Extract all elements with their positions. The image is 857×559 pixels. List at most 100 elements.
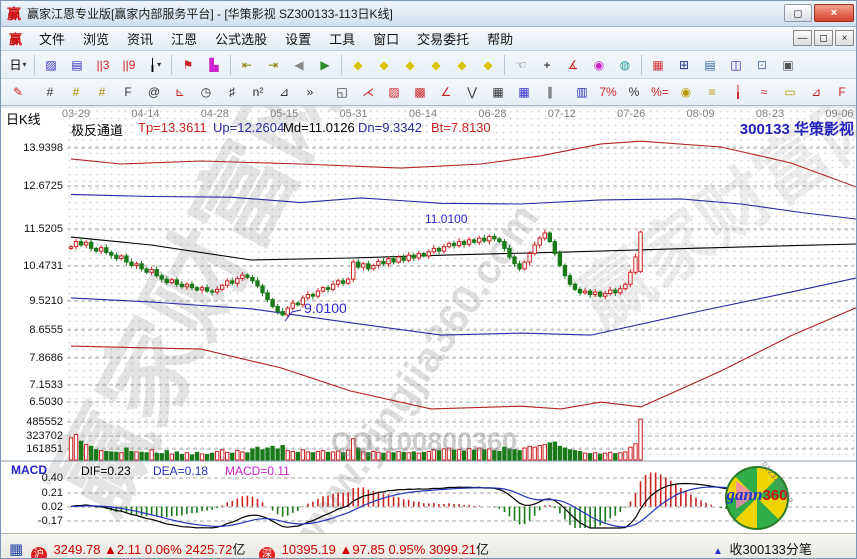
- date-tick-05-15: 05-15: [270, 108, 298, 120]
- menu-item-1[interactable]: 浏览: [74, 27, 118, 50]
- notepad-tool-icon[interactable]: ▤: [698, 54, 722, 75]
- gann-square-n2-icon[interactable]: n²: [246, 82, 270, 103]
- pct-lines-icon[interactable]: %=: [648, 82, 672, 103]
- draw-pen-icon[interactable]: ✎: [6, 82, 30, 103]
- f-angle-icon[interactable]: F: [830, 82, 854, 103]
- child-window-controls: —◻×: [793, 30, 854, 46]
- menu-item-0[interactable]: 文件: [30, 27, 74, 50]
- gann-arrow-cross-icon[interactable]: ◆: [424, 54, 448, 75]
- chart-area[interactable]: 赢家财富网www.yingjia360.com赢家财富网QQ:100800360…: [1, 106, 857, 533]
- toolbar-separator: [504, 55, 505, 75]
- menu-item-3[interactable]: 江恩: [162, 27, 206, 50]
- percent-tool-icon[interactable]: %: [622, 82, 646, 103]
- gann-gold-grid1-icon[interactable]: #: [64, 82, 88, 103]
- date-tick-05-31: 05-31: [340, 108, 368, 120]
- gann-arrow-right-icon[interactable]: ◆: [372, 54, 396, 75]
- gann-arrow-left-icon[interactable]: ◆: [346, 54, 370, 75]
- date-tick-06-14: 06-14: [409, 108, 437, 120]
- j-angle-icon[interactable]: ⊿: [804, 82, 828, 103]
- menu-item-2[interactable]: 资讯: [118, 27, 162, 50]
- prev-bar-icon[interactable]: ◀: [287, 54, 311, 75]
- grid-box-blue-icon[interactable]: ▦: [512, 82, 536, 103]
- color-histogram-icon[interactable]: ▙: [202, 54, 226, 75]
- save-tool-icon[interactable]: ◫: [724, 54, 748, 75]
- gann-grid-icon[interactable]: #: [38, 82, 62, 103]
- gann-flag-icon[interactable]: ⊿: [272, 82, 296, 103]
- app-window: 赢 赢家江恩专业版[赢家内部服务平台] - [华策影视 SZ300133-113…: [0, 0, 857, 559]
- shanghai-market-icon: 沪: [31, 547, 47, 559]
- magenta-tool-icon[interactable]: ◉: [587, 54, 611, 75]
- gann-circle-icon[interactable]: ◷: [194, 82, 218, 103]
- grid-box-black-icon[interactable]: ▦: [486, 82, 510, 103]
- gann-arrow-star-icon[interactable]: ◆: [450, 54, 474, 75]
- gann-arrow-h-icon[interactable]: ◆: [398, 54, 422, 75]
- date-tick-08-09: 08-09: [687, 108, 715, 120]
- menu-item-8[interactable]: 交易委托: [408, 27, 478, 50]
- min3-chart-icon[interactable]: ||3: [91, 54, 115, 75]
- window-close-button[interactable]: ×: [814, 4, 854, 22]
- fan-lines-icon[interactable]: ⋌: [356, 82, 380, 103]
- calculator-tool-icon[interactable]: ⊞: [672, 54, 696, 75]
- angle-lines-icon[interactable]: ∠: [434, 82, 458, 103]
- gann-dense-grid-icon[interactable]: ♯: [220, 82, 244, 103]
- app-logo-icon: 赢: [7, 4, 21, 24]
- rect-tool-icon[interactable]: ◱: [330, 82, 354, 103]
- gann-spiral-icon[interactable]: @: [142, 82, 166, 103]
- pct-strike-icon[interactable]: 7%: [596, 82, 620, 103]
- stock-label: 300133 华策影视: [740, 118, 854, 139]
- parallel-lines-icon[interactable]: ∥: [538, 82, 562, 103]
- candle-rocket-icon[interactable]: ╽: [726, 82, 750, 103]
- title-bar: 赢 赢家江恩专业版[赢家内部服务平台] - [华策影视 SZ300133-113…: [1, 1, 857, 27]
- child-minimize-button[interactable]: —: [793, 30, 812, 46]
- child-close-button[interactable]: ×: [835, 30, 854, 46]
- grid-box-red1-icon[interactable]: ▨: [382, 82, 406, 103]
- transfer-tool-icon[interactable]: ⊡: [750, 54, 774, 75]
- chip-distribution-icon[interactable]: ▨: [39, 54, 63, 75]
- net-tool-icon[interactable]: ◍: [613, 54, 637, 75]
- price-axis-label: 13.9398: [23, 142, 63, 154]
- date-tick-04-14: 04-14: [131, 108, 159, 120]
- gann-arrow-all-icon[interactable]: ◆: [476, 54, 500, 75]
- last-page-icon[interactable]: ⇥: [261, 54, 285, 75]
- gold-box-icon[interactable]: ▭: [778, 82, 802, 103]
- first-page-icon[interactable]: ⇤: [235, 54, 259, 75]
- wave-box-icon[interactable]: ≈: [752, 82, 776, 103]
- print-tool-icon[interactable]: ▣: [776, 54, 800, 75]
- gann-protractor-icon[interactable]: ⊾: [168, 82, 192, 103]
- menu-item-5[interactable]: 设置: [276, 27, 320, 50]
- f10-info-icon[interactable]: ▤: [65, 54, 89, 75]
- menu-item-6[interactable]: 工具: [320, 27, 364, 50]
- period-day-icon[interactable]: 日▾: [6, 54, 30, 75]
- menu-item-4[interactable]: 公式选股: [206, 27, 276, 50]
- date-tick-07-26: 07-26: [617, 108, 645, 120]
- volume-axis-label: 485552: [26, 416, 63, 428]
- bars-tool-icon[interactable]: ▥: [570, 82, 594, 103]
- macd-axis-label: 0.21: [42, 487, 63, 499]
- shanghai-index-quote: 3249.78 ▲2.11 0.06% 2425.72: [53, 542, 232, 557]
- gann-gold-grid2-icon[interactable]: #: [90, 82, 114, 103]
- shenzhen-index-quote: 10395.19 ▲97.85 0.95% 3099.21: [282, 542, 476, 557]
- crosshair-tool-icon[interactable]: +: [535, 54, 559, 75]
- price-axis-label: 6.5030: [29, 396, 63, 408]
- wave-tool-icon[interactable]: ⋁: [460, 82, 484, 103]
- calendar-icon[interactable]: ▦: [9, 541, 23, 558]
- gold-circle-icon[interactable]: ◉: [674, 82, 698, 103]
- channel-info-5: Bt=7.8130: [431, 120, 491, 135]
- gold-lines-icon[interactable]: ≡: [700, 82, 724, 103]
- min9-chart-icon[interactable]: ||9: [117, 54, 141, 75]
- chip-figure-icon[interactable]: ⚑: [176, 54, 200, 75]
- next-bar-icon[interactable]: ▶: [313, 54, 337, 75]
- more-tools-icon[interactable]: »: [298, 82, 322, 103]
- angle-tool-icon[interactable]: ∡: [561, 54, 585, 75]
- child-restore-button[interactable]: ◻: [814, 30, 833, 46]
- menu-item-9[interactable]: 帮助: [478, 27, 522, 50]
- window-restore-button[interactable]: ◻: [784, 4, 812, 22]
- gann-f-grid-icon[interactable]: F: [116, 82, 140, 103]
- menu-logo-icon: 赢: [9, 29, 22, 48]
- menu-item-7[interactable]: 窗口: [364, 27, 408, 50]
- hand-tool-icon[interactable]: ☜: [509, 54, 533, 75]
- window-title: 赢家江恩专业版[赢家内部服务平台] - [华策影视 SZ300133-113日K…: [27, 5, 393, 22]
- grid-box-red2-icon[interactable]: ▩: [408, 82, 432, 103]
- calendar-tool-icon[interactable]: ▦: [646, 54, 670, 75]
- candle-style-icon[interactable]: ╽▾: [143, 54, 167, 75]
